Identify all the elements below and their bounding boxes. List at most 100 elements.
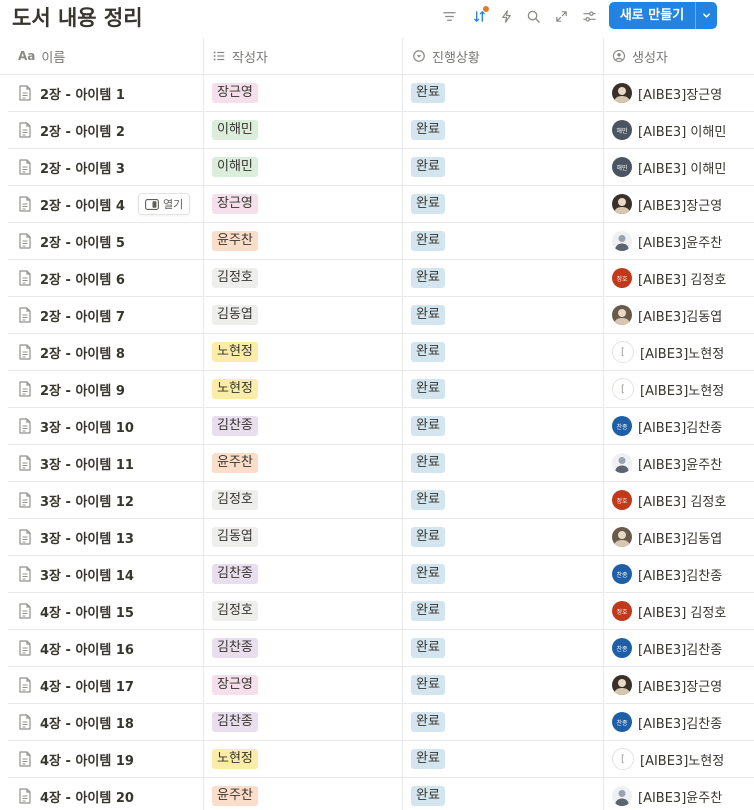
- page-title[interactable]: 도서 내용 정리: [12, 2, 143, 32]
- column-header-name[interactable]: Aa 이름: [18, 38, 65, 74]
- sort-icon[interactable]: [466, 5, 492, 27]
- author-cell[interactable]: 김정호: [204, 260, 402, 296]
- table-row[interactable]: 2장 - 아이템 8 노현정 완료 [ [AIBE3]노현정: [8, 334, 754, 371]
- author-cell[interactable]: 김정호: [204, 593, 402, 629]
- name-cell[interactable]: 3장 - 아이템 10: [8, 408, 203, 444]
- status-cell[interactable]: 완료: [403, 260, 601, 296]
- name-cell[interactable]: 2장 - 아이템 6: [8, 260, 203, 296]
- status-cell[interactable]: 완료: [403, 223, 601, 259]
- table-row[interactable]: 3장 - 아이템 10 김찬종 완료 찬종 [AIBE3]김찬종: [8, 408, 754, 445]
- table-row[interactable]: 2장 - 아이템 6 김정호 완료 정호 [AIBE3] 김정호: [8, 260, 754, 297]
- status-cell[interactable]: 완료: [403, 593, 601, 629]
- status-cell[interactable]: 완료: [403, 445, 601, 481]
- status-cell[interactable]: 완료: [403, 186, 601, 222]
- name-cell[interactable]: 2장 - 아이템 5: [8, 223, 203, 259]
- open-button[interactable]: 열기: [138, 193, 191, 215]
- table-row[interactable]: 3장 - 아이템 12 김정호 완료 정호 [AIBE3] 김정호: [8, 482, 754, 519]
- author-cell[interactable]: 노현정: [204, 371, 402, 407]
- name-cell[interactable]: 2장 - 아이템 8: [8, 334, 203, 370]
- table-row[interactable]: 3장 - 아이템 14 김찬종 완료 찬종 [AIBE3]김찬종: [8, 556, 754, 593]
- table-row[interactable]: 4장 - 아이템 20 윤주찬 완료 [AIBE3]윤주찬: [8, 778, 754, 810]
- name-cell[interactable]: 4장 - 아이템 18: [8, 704, 203, 740]
- creator-cell[interactable]: [ [AIBE3]노현정: [604, 334, 754, 370]
- column-header-creator[interactable]: 생성자: [612, 38, 668, 74]
- creator-cell[interactable]: 찬종 [AIBE3]김찬종: [604, 630, 754, 666]
- name-cell[interactable]: 2장 - 아이템 7: [8, 297, 203, 333]
- status-cell[interactable]: 완료: [403, 778, 601, 810]
- table-row[interactable]: 2장 - 아이템 3 이해민 완료 해민 [AIBE3] 이해민: [8, 149, 754, 186]
- author-cell[interactable]: 김찬종: [204, 556, 402, 592]
- creator-cell[interactable]: [AIBE3]윤주찬: [604, 445, 754, 481]
- table-row[interactable]: 3장 - 아이템 11 윤주찬 완료 [AIBE3]윤주찬: [8, 445, 754, 482]
- search-icon[interactable]: [520, 5, 546, 27]
- status-cell[interactable]: 완료: [403, 482, 601, 518]
- status-cell[interactable]: 완료: [403, 371, 601, 407]
- table-row[interactable]: 4장 - 아이템 19 노현정 완료 [ [AIBE3]노현정: [8, 741, 754, 778]
- author-cell[interactable]: 김찬종: [204, 704, 402, 740]
- author-cell[interactable]: 장근영: [204, 186, 402, 222]
- chevron-down-icon[interactable]: [696, 2, 717, 29]
- creator-cell[interactable]: [AIBE3]김동엽: [604, 519, 754, 555]
- name-cell[interactable]: 2장 - 아이템 9: [8, 371, 203, 407]
- author-cell[interactable]: 이해민: [204, 112, 402, 148]
- name-cell[interactable]: 2장 - 아이템 3: [8, 149, 203, 185]
- name-cell[interactable]: 4장 - 아이템 15: [8, 593, 203, 629]
- table-row[interactable]: 2장 - 아이템 9 노현정 완료 [ [AIBE3]노현정: [8, 371, 754, 408]
- status-cell[interactable]: 완료: [403, 112, 601, 148]
- creator-cell[interactable]: 해민 [AIBE3] 이해민: [604, 112, 754, 148]
- author-cell[interactable]: 김동엽: [204, 519, 402, 555]
- creator-cell[interactable]: [ [AIBE3]노현정: [604, 371, 754, 407]
- table-row[interactable]: 2장 - 아이템 4 열기 장근영 완료 [AIBE3]장근영: [8, 186, 754, 223]
- creator-cell[interactable]: 정호 [AIBE3] 김정호: [604, 482, 754, 518]
- author-cell[interactable]: 노현정: [204, 741, 402, 777]
- status-cell[interactable]: 완료: [403, 704, 601, 740]
- table-row[interactable]: 2장 - 아이템 5 윤주찬 완료 [AIBE3]윤주찬: [8, 223, 754, 260]
- status-cell[interactable]: 완료: [403, 741, 601, 777]
- creator-cell[interactable]: [AIBE3]윤주찬: [604, 223, 754, 259]
- name-cell[interactable]: 4장 - 아이템 19: [8, 741, 203, 777]
- creator-cell[interactable]: 찬종 [AIBE3]김찬종: [604, 408, 754, 444]
- table-row[interactable]: 4장 - 아이템 16 김찬종 완료 찬종 [AIBE3]김찬종: [8, 630, 754, 667]
- name-cell[interactable]: 4장 - 아이템 20: [8, 778, 203, 810]
- expand-icon[interactable]: [548, 5, 574, 27]
- status-cell[interactable]: 완료: [403, 297, 601, 333]
- filter-icon[interactable]: [436, 5, 462, 27]
- author-cell[interactable]: 김찬종: [204, 408, 402, 444]
- status-cell[interactable]: 완료: [403, 556, 601, 592]
- creator-cell[interactable]: [ [AIBE3]노현정: [604, 741, 754, 777]
- table-row[interactable]: 2장 - 아이템 2 이해민 완료 해민 [AIBE3] 이해민: [8, 112, 754, 149]
- creator-cell[interactable]: 해민 [AIBE3] 이해민: [604, 149, 754, 185]
- status-cell[interactable]: 완료: [403, 667, 601, 703]
- name-cell[interactable]: 4장 - 아이템 16: [8, 630, 203, 666]
- name-cell[interactable]: 3장 - 아이템 13: [8, 519, 203, 555]
- status-cell[interactable]: 완료: [403, 334, 601, 370]
- author-cell[interactable]: 김동엽: [204, 297, 402, 333]
- table-row[interactable]: 4장 - 아이템 15 김정호 완료 정호 [AIBE3] 김정호: [8, 593, 754, 630]
- author-cell[interactable]: 김정호: [204, 482, 402, 518]
- name-cell[interactable]: 2장 - 아이템 1: [8, 75, 203, 111]
- status-cell[interactable]: 완료: [403, 75, 601, 111]
- author-cell[interactable]: 윤주찬: [204, 445, 402, 481]
- author-cell[interactable]: 장근영: [204, 667, 402, 703]
- author-cell[interactable]: 윤주찬: [204, 778, 402, 810]
- name-cell[interactable]: 3장 - 아이템 14: [8, 556, 203, 592]
- automation-icon[interactable]: [493, 5, 519, 27]
- name-cell[interactable]: 3장 - 아이템 12: [8, 482, 203, 518]
- name-cell[interactable]: 4장 - 아이템 17: [8, 667, 203, 703]
- settings-icon[interactable]: [576, 5, 602, 27]
- status-cell[interactable]: 완료: [403, 519, 601, 555]
- table-row[interactable]: 3장 - 아이템 13 김동엽 완료 [AIBE3]김동엽: [8, 519, 754, 556]
- author-cell[interactable]: 장근영: [204, 75, 402, 111]
- status-cell[interactable]: 완료: [403, 630, 601, 666]
- author-cell[interactable]: 이해민: [204, 149, 402, 185]
- creator-cell[interactable]: [AIBE3]장근영: [604, 667, 754, 703]
- creator-cell[interactable]: 찬종 [AIBE3]김찬종: [604, 556, 754, 592]
- creator-cell[interactable]: 정호 [AIBE3] 김정호: [604, 260, 754, 296]
- author-cell[interactable]: 노현정: [204, 334, 402, 370]
- status-cell[interactable]: 완료: [403, 408, 601, 444]
- creator-cell[interactable]: 정호 [AIBE3] 김정호: [604, 593, 754, 629]
- name-cell[interactable]: 3장 - 아이템 11: [8, 445, 203, 481]
- table-row[interactable]: 2장 - 아이템 1 장근영 완료 [AIBE3]장근영: [8, 75, 754, 112]
- status-cell[interactable]: 완료: [403, 149, 601, 185]
- creator-cell[interactable]: [AIBE3]윤주찬: [604, 778, 754, 810]
